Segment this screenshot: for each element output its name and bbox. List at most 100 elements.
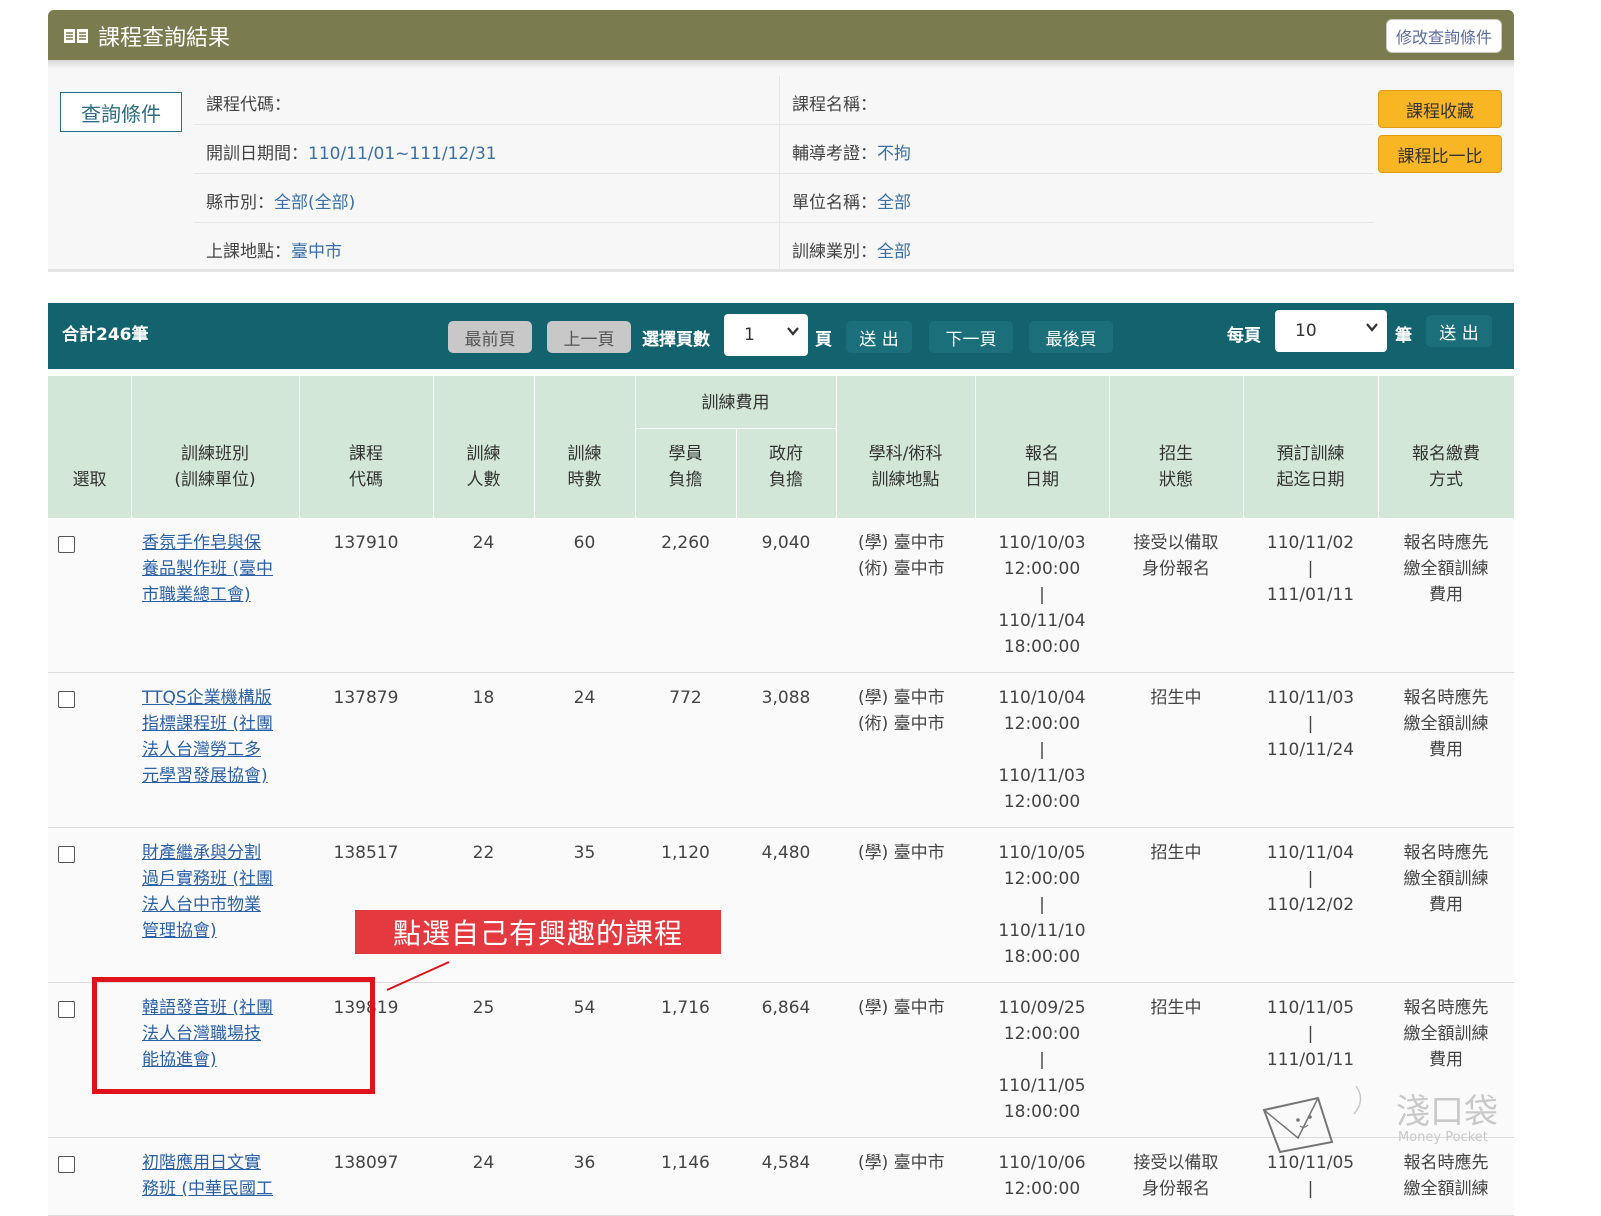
results-title-text: 課程查詢結果 xyxy=(98,26,231,51)
cell-student: 1,146 xyxy=(661,1153,710,1173)
watermark-text: 淺口袋 xyxy=(1396,1092,1498,1132)
watermark-subtext: Money Pocket xyxy=(1398,1130,1488,1145)
location-value: 臺中市 xyxy=(291,242,342,262)
cell-code: 138517 xyxy=(333,843,399,863)
query-row: 縣市別：全部(全部) 單位名稱：全部 xyxy=(194,174,1374,223)
cell-code: 137910 xyxy=(333,533,399,553)
course-favorites-button[interactable]: 課程收藏 xyxy=(1378,90,1502,128)
cell-location: (學) 臺中市 xyxy=(858,843,945,863)
th-status: 招生 狀態 xyxy=(1159,444,1193,490)
cell-people: 24 xyxy=(472,533,495,553)
per-page-unit-label: 筆 xyxy=(1395,326,1412,346)
cell-hours: 60 xyxy=(573,533,596,553)
cell-student: 1,120 xyxy=(661,843,710,863)
cell-student: 2,260 xyxy=(661,533,710,553)
course-name-link[interactable]: TTQS企業機構版 指標課程班 (社團 法人台灣勞工多 元學習發展協會) xyxy=(142,685,302,789)
cell-gov: 3,088 xyxy=(761,688,811,708)
row-select-checkbox[interactable] xyxy=(58,536,75,553)
cell-hours: 54 xyxy=(573,998,596,1018)
cell-location: (學) 臺中市 xyxy=(858,1153,945,1173)
cell-gov: 4,480 xyxy=(761,843,811,863)
row-select-checkbox[interactable] xyxy=(58,1001,75,1018)
cell-code: 137879 xyxy=(333,688,399,708)
annotation-callout: 點選自己有興趣的課程 xyxy=(355,910,721,954)
modify-query-button[interactable]: 修改查詢條件 xyxy=(1385,19,1502,53)
results-table-header: 選取 訓練班別 (訓練單位) 課程 代碼 訓練 人數 訓練 時數 訓練費用 學員 負擔 政… xyxy=(48,376,1514,518)
cell-signup: 110/10/03 12:00:00 | 110/11/04 18:00:00 xyxy=(998,533,1086,657)
per-page-value: 10 xyxy=(1295,321,1317,341)
cell-student: 772 xyxy=(669,688,702,708)
cell-payment: 報名時應先 繳全額訓練 費用 xyxy=(1403,843,1489,915)
page-select[interactable]: 1 xyxy=(724,314,808,356)
prev-page-button[interactable]: 上一頁 xyxy=(547,321,631,353)
select-page-label: 選擇頁數 xyxy=(642,330,710,350)
unit-name-value: 全部 xyxy=(877,193,911,213)
annotation-pointer-line xyxy=(386,961,450,991)
course-compare-button[interactable]: 課程比一比 xyxy=(1378,135,1502,173)
cell-status: 接受以備取 身份報名 xyxy=(1133,533,1219,579)
row-select-checkbox[interactable] xyxy=(58,1156,75,1173)
course-code-label: 課程代碼： xyxy=(206,95,291,115)
page-submit-button[interactable]: 送 出 xyxy=(846,321,912,353)
query-row: 開訓日期間：110/11/01~111/12/31 輔導考證：不拘 xyxy=(194,125,1374,174)
th-hours: 訓練 時數 xyxy=(567,444,602,490)
th-signup: 報名 日期 xyxy=(1025,444,1059,490)
cell-people: 24 xyxy=(472,1153,495,1173)
per-page-submit-button[interactable]: 送 出 xyxy=(1426,315,1492,347)
location-label: 上課地點： xyxy=(206,242,291,262)
cell-period: 110/11/03 | 110/11/24 xyxy=(1266,688,1355,760)
cell-hours: 24 xyxy=(573,688,596,708)
results-header-bar: 課程查詢結果 修改查詢條件 xyxy=(48,10,1514,60)
cell-gov: 6,864 xyxy=(761,998,811,1018)
th-fee-group: 訓練費用 xyxy=(701,393,770,413)
row-select-checkbox[interactable] xyxy=(58,691,75,708)
industry-label: 訓練業別： xyxy=(792,242,877,262)
cell-signup: 110/10/04 12:00:00 | 110/11/03 12:00:00 xyxy=(998,688,1086,812)
cell-people: 18 xyxy=(472,688,495,708)
county-value: 全部(全部) xyxy=(274,193,356,213)
course-name-label: 課程名稱： xyxy=(792,95,877,115)
book-icon xyxy=(62,26,90,46)
th-select: 選取 xyxy=(72,470,107,490)
course-name-link[interactable]: 香氛手作皂與保 養品製作班 (臺中 市職業總工會) xyxy=(142,530,302,608)
cell-hours: 36 xyxy=(573,1153,596,1173)
next-page-button[interactable]: 下一頁 xyxy=(929,321,1013,353)
total-count: 合計246筆 xyxy=(62,325,149,345)
first-page-button[interactable]: 最前頁 xyxy=(448,321,532,353)
table-row: 香氛手作皂與保 養品製作班 (臺中 市職業總工會) 137910 24 60 2,260 9,… xyxy=(48,518,1514,673)
cell-gov: 9,040 xyxy=(761,533,811,553)
cell-signup: 110/10/05 12:00:00 | 110/11/10 18:00:00 xyxy=(998,843,1086,967)
table-row: TTQS企業機構版 指標課程班 (社團 法人台灣勞工多 元學習發展協會) 137879 1… xyxy=(48,673,1514,828)
per-page-select[interactable]: 10 xyxy=(1275,310,1387,352)
query-conditions-button[interactable]: 查詢條件 xyxy=(60,92,182,132)
unit-name-label: 單位名稱： xyxy=(792,193,877,213)
th-payment: 報名繳費 方式 xyxy=(1412,444,1480,490)
cell-people: 22 xyxy=(472,843,495,863)
row-select-checkbox[interactable] xyxy=(58,846,75,863)
course-name-link[interactable]: 初階應用日文實 務班 (中華民國工 xyxy=(142,1150,302,1202)
certification-value: 不拘 xyxy=(877,144,911,164)
cell-location: (學) 臺中市 (術) 臺中市 xyxy=(858,688,945,734)
cell-gov: 4,584 xyxy=(761,1153,811,1173)
course-name-link[interactable]: 財產繼承與分割 過戶實務班 (社團 法人台中市物業 管理協會) xyxy=(142,840,302,944)
cell-payment: 報名時應先 繳全額訓練 費用 xyxy=(1403,998,1489,1070)
th-gov-fee: 政府 負擔 xyxy=(769,444,803,490)
cell-payment: 報名時應先 繳全額訓練 費用 xyxy=(1403,688,1489,760)
cell-payment: 報名時應先 繳全額訓練 費用 xyxy=(1403,533,1489,605)
table-row: 財產繼承與分割 過戶實務班 (社團 法人台中市物業 管理協會) 138517 22 35 1,… xyxy=(48,828,1514,983)
query-row: 上課地點：臺中市 訓練業別：全部 xyxy=(194,223,1374,272)
cell-status: 接受以備取 身份報名 xyxy=(1133,1153,1219,1199)
th-student-fee: 學員 負擔 xyxy=(668,444,703,490)
cell-period: 110/11/02 | 111/01/11 xyxy=(1266,533,1355,605)
th-period: 預訂訓練 起迄日期 xyxy=(1276,444,1345,490)
last-page-button[interactable]: 最後頁 xyxy=(1029,321,1113,353)
th-code: 課程 代碼 xyxy=(349,444,383,490)
cell-signup: 110/09/25 12:00:00 | 110/11/05 18:00:00 xyxy=(998,998,1086,1122)
cell-hours: 35 xyxy=(573,843,596,863)
pagination-bar: 合計246筆 最前頁 上一頁 選擇頁數 1 頁 送 出 下一頁 最後頁 每頁 1… xyxy=(48,303,1514,369)
cell-code: 138097 xyxy=(333,1153,399,1173)
chevron-down-icon xyxy=(1366,323,1378,332)
industry-value: 全部 xyxy=(877,242,911,262)
cell-period: 110/11/05 | 111/01/11 xyxy=(1266,998,1355,1070)
per-page-label: 每頁 xyxy=(1227,326,1261,346)
